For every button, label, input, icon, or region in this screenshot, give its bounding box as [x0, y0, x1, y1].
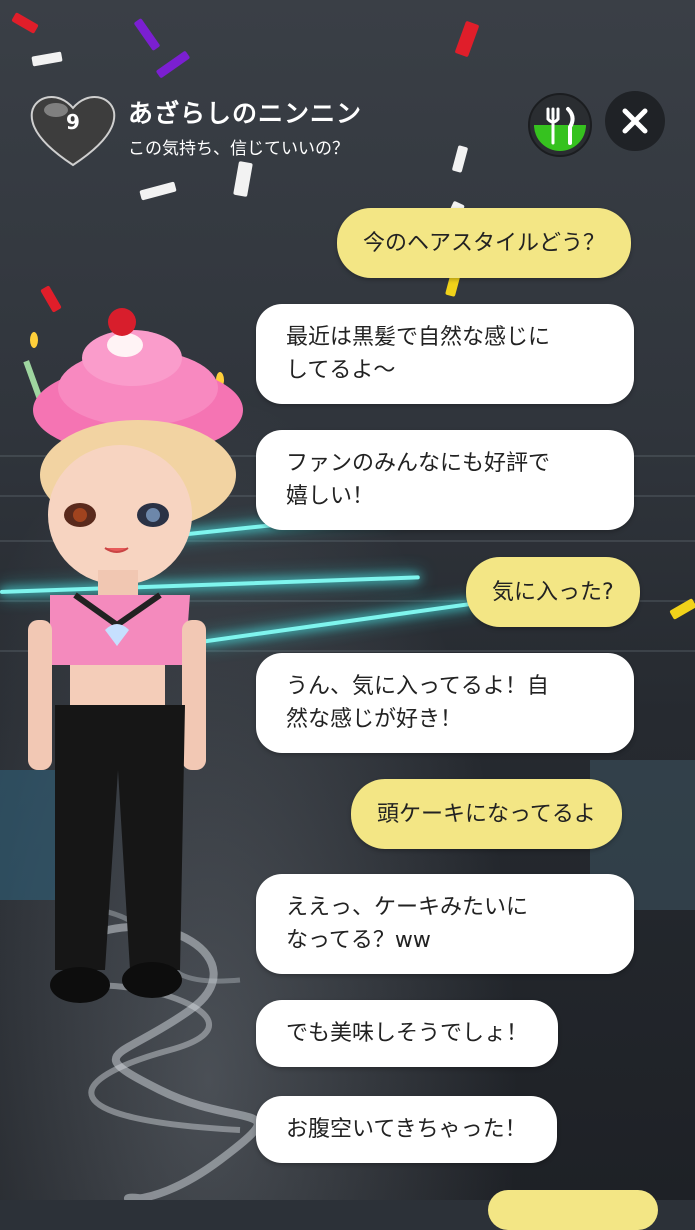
- bot-message[interactable]: うん、気に入ってるよ！自 然な感じが好き！: [256, 653, 634, 753]
- bot-message[interactable]: お腹空いてきちゃった！: [256, 1096, 557, 1163]
- fork-knife-icon: [534, 107, 586, 151]
- bot-message-line: 然な感じが好き！: [286, 707, 463, 732]
- character-avatar[interactable]: [20, 300, 250, 1020]
- user-message-text: 今のヘアスタイルどう？: [363, 230, 606, 256]
- bot-message-line: でも美味しそうでしょ！: [286, 1021, 529, 1046]
- user-message[interactable]: 今のヘアスタイルどう？: [337, 208, 632, 278]
- confetti-piece: [133, 17, 161, 52]
- bot-message-line: してるよ〜: [286, 358, 396, 383]
- confetti-piece: [139, 181, 177, 201]
- user-message[interactable]: 頭ケーキになってるよ: [351, 779, 622, 849]
- bot-message-line: うん、気に入ってるよ！自: [286, 674, 549, 699]
- bot-message[interactable]: ええっ、ケーキみたいに なってる？ww: [256, 874, 634, 974]
- affection-heart: 9: [28, 90, 118, 170]
- confetti-piece: [11, 12, 39, 34]
- bot-message-line: なってる？ww: [286, 928, 431, 953]
- bot-message-line: 最近は黒髪で自然な感じに: [286, 325, 551, 350]
- confetti-piece: [454, 20, 480, 58]
- user-message[interactable]: 気に入った?: [466, 557, 640, 627]
- bot-message-line: お腹空いてきちゃった！: [286, 1117, 527, 1142]
- confetti-piece: [31, 51, 63, 67]
- chat-header: 9 あざらしのニンニン この気持ち、信じていいの？: [0, 80, 695, 170]
- close-button[interactable]: [605, 91, 665, 151]
- close-icon: [622, 108, 648, 134]
- bot-message-line: ファンのみんなにも好評で: [286, 451, 551, 476]
- bot-message[interactable]: 最近は黒髪で自然な感じに してるよ〜: [256, 304, 634, 404]
- confetti-piece: [155, 50, 191, 79]
- user-message-text: 頭ケーキになってるよ: [377, 801, 596, 827]
- bot-message[interactable]: でも美味しそうでしょ！: [256, 1000, 559, 1067]
- bot-message-line: ええっ、ケーキみたいに: [286, 895, 529, 920]
- character-name: あざらしのニンニン: [128, 99, 363, 128]
- bot-message-line: 嬉しい！: [286, 484, 375, 509]
- character-subtitle: この気持ち、信じていいの？: [128, 139, 349, 159]
- user-message-text: 気に入った?: [492, 579, 614, 605]
- user-message-partial[interactable]: [488, 1190, 658, 1230]
- affection-level: 9: [66, 110, 80, 134]
- feed-button[interactable]: [528, 93, 592, 157]
- bot-message[interactable]: ファンのみんなにも好評で 嬉しい！: [256, 430, 634, 530]
